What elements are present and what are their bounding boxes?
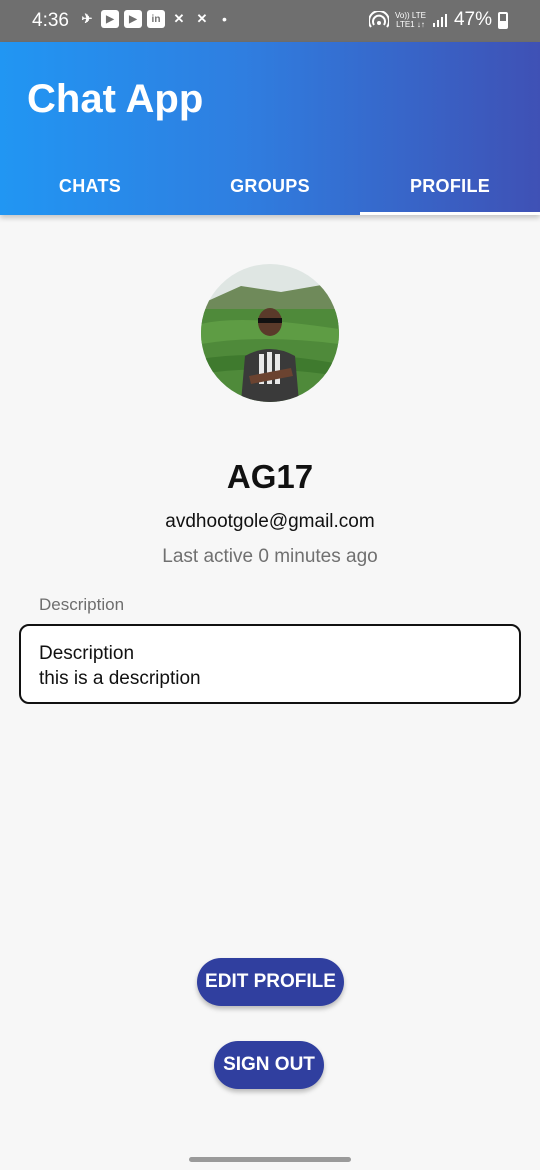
battery-percent: 47% <box>453 9 492 30</box>
youtube-icon: ▶ <box>124 10 142 28</box>
status-bar: 4:36 ✈ ▶ ▶ in ✕ ✕ • Vo)) LTE LTE1 ↓↑ 47% <box>0 0 540 42</box>
battery-icon <box>498 11 508 29</box>
username: AG17 <box>226 458 314 495</box>
sign-out-button[interactable]: SIGN OUT <box>214 1041 324 1089</box>
notification-icons: ✈ ▶ ▶ in ✕ ✕ • <box>78 10 227 28</box>
youtube-icon: ▶ <box>101 10 119 28</box>
user-email: avdhootgole@gmail.com <box>165 511 375 532</box>
dot-icon: • <box>222 11 227 27</box>
tab-groups[interactable]: GROUPS <box>180 157 360 215</box>
edit-profile-button[interactable]: EDIT PROFILE <box>197 958 344 1006</box>
description-line: Description <box>39 643 135 664</box>
app-bar: Chat App CHATS GROUPS PROFILE <box>0 42 540 215</box>
linkedin-icon: in <box>147 10 165 28</box>
status-right: Vo)) LTE LTE1 ↓↑ 47% <box>368 9 508 31</box>
home-indicator[interactable] <box>189 1157 351 1162</box>
tab-chats[interactable]: CHATS <box>0 157 180 215</box>
status-time: 4:36 <box>32 10 69 31</box>
signal-icon <box>432 14 447 27</box>
chat-bubbles-icon: ✈ <box>81 11 93 26</box>
last-active-status: Last active 0 minutes ago <box>162 546 378 567</box>
description-label: Description <box>39 595 125 614</box>
description-field[interactable]: Description this is a description <box>19 624 521 704</box>
profile-avatar[interactable] <box>201 264 339 402</box>
network-type: Vo)) LTE LTE1 ↓↑ <box>394 11 426 29</box>
x-icon: ✕ <box>173 11 185 26</box>
tab-bar: CHATS GROUPS PROFILE <box>0 157 540 215</box>
description-line: this is a description <box>39 668 201 689</box>
avatar-photo <box>201 264 339 402</box>
app-title: Chat App <box>27 77 204 121</box>
x-icon: ✕ <box>196 11 208 26</box>
tab-profile[interactable]: PROFILE <box>360 157 540 215</box>
hotspot-icon <box>368 11 389 28</box>
